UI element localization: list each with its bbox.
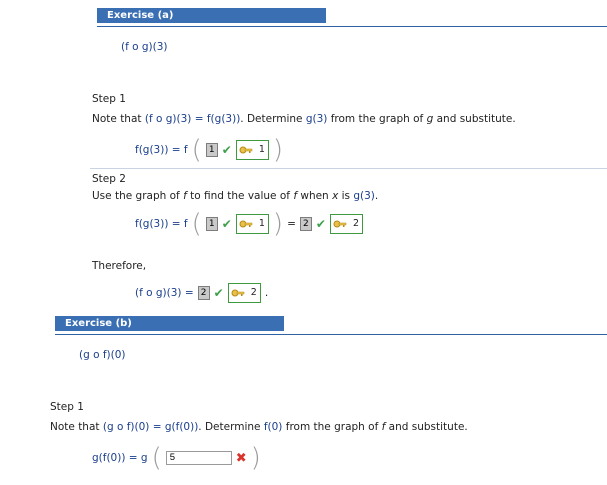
period: .: [264, 287, 269, 299]
close-paren: ): [250, 443, 261, 473]
exercise-b-step1-instruction: Note that (g o f)(0) = g(f(0)). Determin…: [50, 421, 468, 433]
equals-sign: =: [287, 218, 296, 230]
key-value: 2: [250, 287, 257, 298]
key-icon: [231, 289, 244, 296]
key-value: 1: [258, 144, 265, 155]
exercise-a-title: Exercise (a): [107, 10, 174, 21]
step2-formula-lhs: f(g(3)) = f: [135, 218, 188, 230]
answer-box[interactable]: 2: [197, 286, 210, 300]
answer-box[interactable]: 1: [205, 143, 218, 157]
check-icon: ✔: [221, 217, 232, 231]
key-icon: [239, 220, 253, 227]
therefore-formula-lhs: (f o g)(3) =: [135, 287, 194, 299]
exercise-a-tab: Exercise (a): [97, 8, 326, 23]
key-button[interactable]: 1: [235, 214, 269, 234]
step1-instruction: Note that (f o g)(3) = f(g(3)). Determin…: [92, 113, 516, 125]
check-icon: ✔: [213, 286, 224, 300]
key-icon: [333, 220, 347, 227]
exercise-a-header: Exercise (a): [97, 8, 607, 27]
answer-input[interactable]: [165, 451, 232, 465]
close-paren: ): [272, 135, 284, 165]
cross-icon: ✖: [235, 450, 247, 466]
divider: [90, 168, 607, 169]
open-paren: (: [191, 135, 202, 165]
close-paren: ): [272, 209, 284, 239]
key-button[interactable]: 2: [329, 214, 364, 234]
step1-formula-lhs: f(g(3)) = f: [135, 144, 188, 156]
exercise-b-title: Exercise (b): [65, 318, 132, 329]
open-paren: (: [191, 209, 202, 239]
step1-label: Step 1: [92, 93, 126, 105]
answer-box[interactable]: 1: [205, 217, 218, 231]
step1-formula: f(g(3)) = f ( 1 ✔ 1 ): [135, 137, 283, 163]
exercise-b-step1-label: Step 1: [50, 401, 84, 413]
key-button[interactable]: 2: [227, 283, 261, 303]
step2-label: Step 2: [92, 173, 126, 185]
key-icon: [239, 146, 253, 153]
exercise-b-formula-lhs: g(f(0)) = g: [92, 452, 148, 464]
exercise-b-header: Exercise (b): [55, 316, 607, 335]
open-paren: (: [151, 443, 162, 473]
therefore-formula: (f o g)(3) = 2 ✔ 2 .: [135, 283, 268, 303]
therefore-label: Therefore,: [92, 260, 147, 272]
answer-box[interactable]: 2: [299, 217, 312, 231]
key-value: 2: [352, 218, 360, 229]
exercise-b-expression: (g o f)(0): [79, 349, 126, 361]
check-icon: ✔: [315, 217, 326, 231]
exercise-b-step1-formula: g(f(0)) = g ( ✖ ): [92, 445, 261, 471]
key-button[interactable]: 1: [235, 140, 269, 160]
exercise-a-expression: (f o g)(3): [121, 41, 168, 53]
step2-formula: f(g(3)) = f ( 1 ✔ 1 ) = 2 ✔ 2: [135, 209, 364, 239]
key-value: 1: [258, 218, 265, 229]
step2-instruction: Use the graph of f to find the value of …: [92, 190, 379, 202]
check-icon: ✔: [221, 143, 232, 157]
exercise-b-tab: Exercise (b): [55, 316, 284, 331]
